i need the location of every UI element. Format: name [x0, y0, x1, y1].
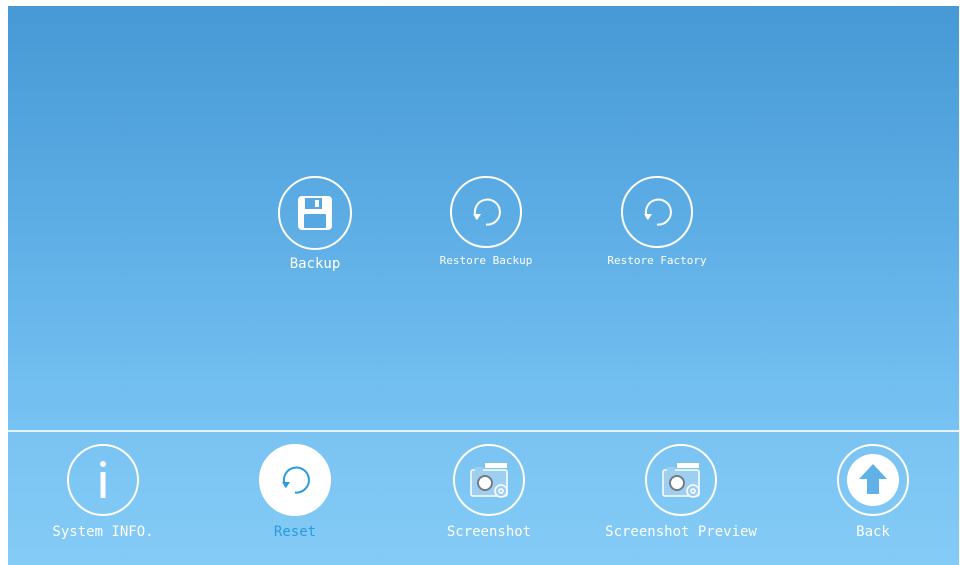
backup-button[interactable]: Backup: [275, 176, 355, 272]
info-icon: [67, 444, 139, 516]
nav-back-label: Back: [856, 524, 890, 540]
nav-screenshot-preview[interactable]: Screenshot Preview: [601, 444, 761, 540]
reset-icon: [259, 444, 331, 516]
nav-reset[interactable]: Reset: [235, 444, 355, 540]
restore-icon: [450, 176, 522, 248]
up-arrow-icon: [837, 444, 909, 516]
nav-system-info[interactable]: System INFO.: [43, 444, 163, 540]
screen: Backup Restore Backup Restore Factory Sy…: [8, 6, 959, 565]
nav-reset-label: Reset: [273, 524, 317, 540]
screenshot-preview-icon: [645, 444, 717, 516]
nav-screenshot-label: Screenshot: [446, 524, 532, 540]
restore-backup-label: Restore Backup: [439, 254, 533, 267]
floppy-disk-icon: [278, 176, 352, 250]
nav-screenshot-preview-label: Screenshot Preview: [605, 524, 757, 540]
backup-label: Backup: [289, 256, 341, 272]
restore-factory-button[interactable]: Restore Factory: [597, 176, 717, 267]
nav-back[interactable]: Back: [823, 444, 923, 540]
restore-icon: [621, 176, 693, 248]
bottom-nav: System INFO. Reset Screenshot Screenshot…: [8, 432, 959, 565]
restore-backup-button[interactable]: Restore Backup: [426, 176, 546, 267]
restore-factory-label: Restore Factory: [607, 254, 707, 267]
screenshot-icon: [453, 444, 525, 516]
nav-system-info-label: System INFO.: [52, 524, 154, 540]
nav-screenshot[interactable]: Screenshot: [429, 444, 549, 540]
